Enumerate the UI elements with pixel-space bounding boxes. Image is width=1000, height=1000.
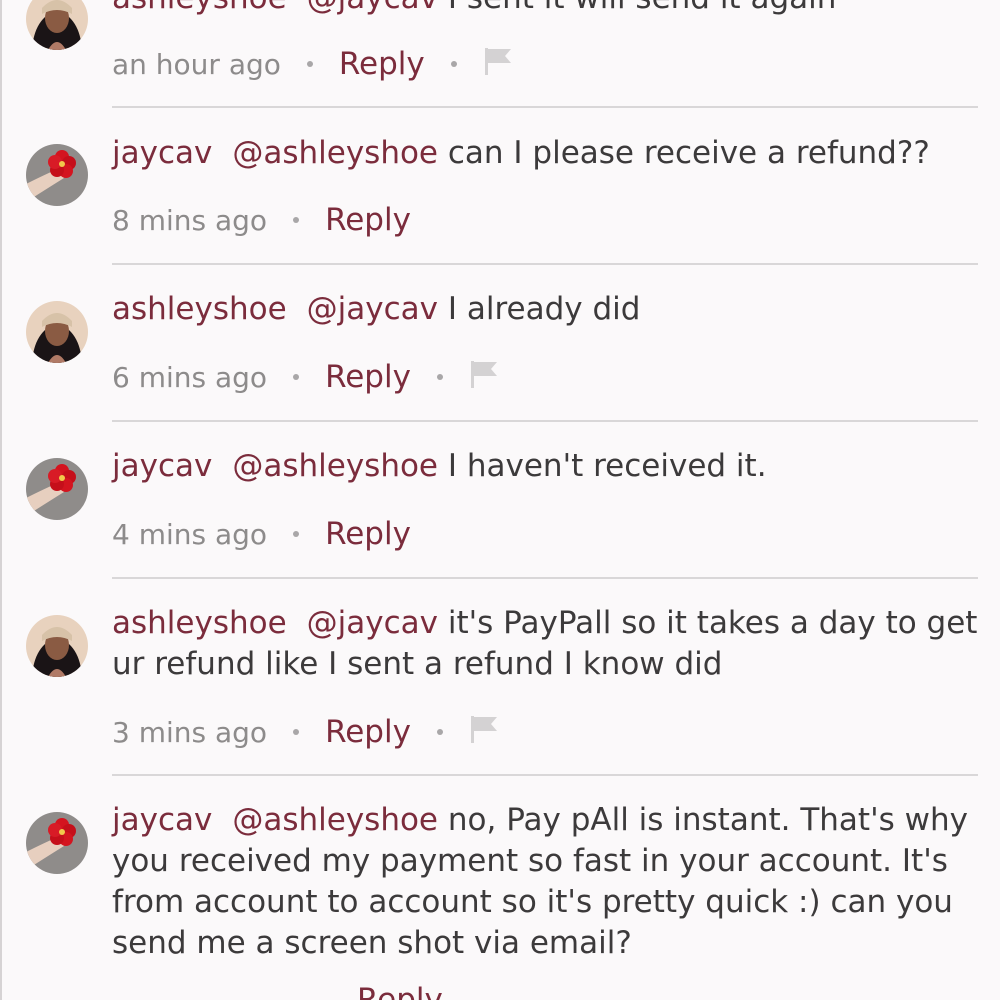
divider [112,577,978,579]
separator-dot [436,374,443,380]
user-avatar[interactable] [26,458,88,520]
divider [112,420,978,422]
comment-username[interactable]: jaycav [112,135,212,171]
flag-icon[interactable] [483,46,513,83]
comment-username[interactable]: jaycav [112,802,212,838]
comment-message: I sent it will send it again [448,0,837,16]
comment-mention[interactable]: @ashleyshoe [232,448,438,484]
comment-mention[interactable]: @ashleyshoe [232,802,438,838]
user-avatar[interactable] [26,812,88,874]
reply-button[interactable]: Reply [325,202,411,238]
comment-mention[interactable]: @jaycav [307,291,438,327]
comment-username[interactable]: ashleyshoe [112,605,287,641]
reply-button[interactable]: Reply [325,714,411,750]
reply-button[interactable]: Reply [325,359,411,395]
divider [112,774,978,776]
user-avatar[interactable] [26,144,88,206]
comment-message: I already did [447,291,641,327]
comment-username[interactable]: ashleyshoe [112,0,287,16]
reply-button[interactable]: Reply [325,516,411,552]
comment-message: I haven't received it. [447,448,767,484]
comment-mention[interactable]: @jaycav [307,0,438,16]
comment-message: can I please receive a refund?? [447,135,930,171]
comment-meta: 4 mins ago Reply [112,512,411,556]
separator-dot [436,729,443,735]
user-avatar[interactable] [26,301,88,363]
red-flower-photo [26,144,88,206]
comment-text: ashleyshoe @jaycav I already did [112,289,982,330]
comment-time: an hour ago [112,47,281,81]
comment-username[interactable]: ashleyshoe [112,291,287,327]
comment-time: 3 mins ago [112,715,268,749]
red-flower-photo [26,458,88,520]
comment-text: jaycav @ashleyshoe no, Pay pAll is instan… [112,800,982,964]
comment-time: 6 mins ago [112,360,268,394]
comment-username[interactable]: jaycav [112,448,212,484]
avatar-photo [26,301,88,363]
comment-meta: 3 mins ago Reply [112,710,499,754]
avatar-photo [26,615,88,677]
comment-time: 4 mins ago [112,517,268,551]
separator-dot [293,217,300,223]
comment-meta: 8 mins ago Reply [112,198,411,242]
separator-dot [450,61,457,67]
comment-text: jaycav @ashleyshoe I haven't received it. [112,446,982,487]
separator-dot [306,61,313,67]
comment-meta: an hour ago Reply [112,42,513,86]
comment-time: 8 mins ago [112,203,268,237]
user-avatar[interactable] [26,0,88,50]
comment-text: jaycav @ashleyshoe can I please receive a… [112,133,982,174]
divider [112,106,978,108]
divider [112,263,978,265]
avatar-photo [26,0,88,50]
comment-meta: Reply [357,978,443,1000]
comment-mention[interactable]: @ashleyshoe [232,135,438,171]
comment-text: ashleyshoe @jaycav I sent it will send it… [112,0,982,19]
reply-button[interactable]: Reply [339,46,425,82]
comment-mention[interactable]: @jaycav [307,605,438,641]
flag-icon[interactable] [469,359,499,396]
comment-text: ashleyshoe @jaycav it's PayPall so it tak… [112,603,982,685]
separator-dot [293,729,300,735]
flag-icon[interactable] [469,714,499,751]
comments-screen: ashleyshoe @jaycav I sent it will send it… [0,0,1000,1000]
red-flower-photo [26,812,88,874]
reply-button[interactable]: Reply [357,982,443,1000]
separator-dot [293,374,300,380]
comment-meta: 6 mins ago Reply [112,355,499,399]
separator-dot [293,531,300,537]
user-avatar[interactable] [26,615,88,677]
